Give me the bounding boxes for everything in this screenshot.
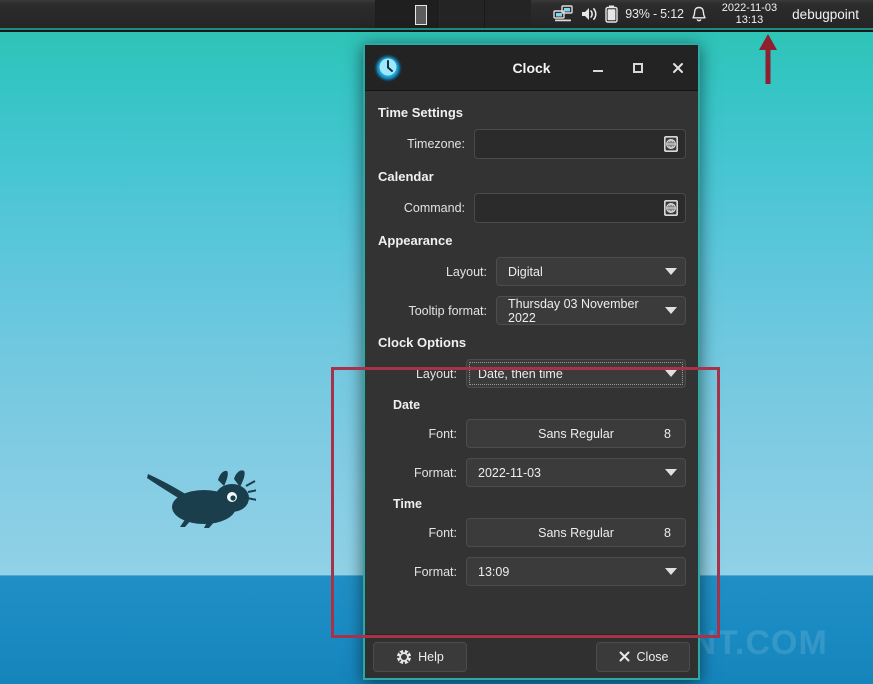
clock-layout-label: Layout: — [377, 367, 466, 381]
command-picker-icon[interactable] — [661, 198, 681, 218]
watermark-suffix: .COM — [735, 624, 828, 662]
tooltip-format-dropdown[interactable]: Thursday 03 November 2022 — [496, 296, 686, 325]
time-format-label: Format: — [377, 565, 466, 579]
row-time-format: Format: 13:09 — [377, 557, 686, 586]
chevron-down-icon — [665, 307, 677, 314]
timezone-input[interactable] — [474, 129, 686, 159]
clock-icon — [373, 53, 403, 83]
section-heading-calendar: Calendar — [378, 169, 686, 184]
tooltip-format-value: Thursday 03 November 2022 — [508, 297, 658, 325]
window-controls — [578, 45, 698, 90]
top-panel: 93% - 5:12 2022-11-03 13:13 debugpoint — [0, 0, 873, 30]
date-font-size: 8 — [664, 427, 671, 441]
time-font-label: Font: — [377, 526, 466, 540]
panel-clock-date: 2022-11-03 — [722, 2, 777, 14]
help-lifebuoy-icon — [396, 649, 412, 665]
date-font-label: Font: — [377, 427, 466, 441]
workspace-button-3[interactable] — [437, 0, 484, 28]
section-heading-time-settings: Time Settings — [378, 105, 686, 120]
help-button[interactable]: Help — [373, 642, 467, 672]
minimize-button[interactable] — [578, 45, 618, 90]
row-date-format: Format: 2022-11-03 — [377, 458, 686, 487]
time-font-button[interactable]: Sans Regular 8 — [466, 518, 686, 547]
subheading-time: Time — [393, 497, 686, 511]
time-font-size: 8 — [664, 526, 671, 540]
time-font-value: Sans Regular — [538, 526, 614, 540]
window-titlebar[interactable]: Clock — [365, 45, 698, 91]
close-button[interactable] — [658, 45, 698, 90]
battery-icon[interactable] — [605, 5, 618, 23]
dialog-action-area: Help Close — [365, 634, 698, 678]
row-clock-layout: Layout: Date, then time — [377, 359, 686, 388]
close-x-icon — [618, 650, 631, 663]
chevron-down-icon — [665, 568, 677, 575]
panel-clock[interactable]: 2022-11-03 13:13 — [714, 2, 785, 26]
battery-status-text: 93% - 5:12 — [625, 7, 683, 21]
system-tray: 93% - 5:12 2022-11-03 13:13 debugpoint — [553, 2, 873, 26]
workspace-button-2-active[interactable] — [406, 0, 437, 28]
time-format-value: 13:09 — [478, 565, 509, 579]
workspace-button-1[interactable] — [375, 0, 406, 28]
timezone-label: Timezone: — [377, 137, 474, 151]
row-command: Command: — [377, 193, 686, 223]
row-time-font: Font: Sans Regular 8 — [377, 518, 686, 547]
row-tooltip-format: Tooltip format: Thursday 03 November 202… — [377, 296, 686, 325]
chevron-down-icon — [665, 370, 677, 377]
help-button-label: Help — [418, 650, 444, 664]
dialog-content: Time Settings Timezone: Calendar Command… — [365, 91, 698, 634]
date-font-value: Sans Regular — [538, 427, 614, 441]
date-font-button[interactable]: Sans Regular 8 — [466, 419, 686, 448]
red-up-arrow-annotation — [755, 30, 781, 86]
timezone-picker-icon[interactable] — [661, 134, 681, 154]
section-heading-clock-options: Clock Options — [378, 335, 686, 350]
appearance-layout-dropdown[interactable]: Digital — [496, 257, 686, 286]
maximize-button[interactable] — [618, 45, 658, 90]
bell-icon[interactable] — [691, 6, 707, 23]
chevron-down-icon — [665, 268, 677, 275]
date-format-value: 2022-11-03 — [478, 466, 541, 480]
row-appearance-layout: Layout: Digital — [377, 257, 686, 286]
command-label: Command: — [377, 201, 474, 215]
panel-left-area — [0, 0, 375, 28]
clock-settings-window: Clock Time Settings Timezone: — [363, 43, 700, 680]
volume-speaker-icon[interactable] — [580, 6, 598, 22]
subheading-date: Date — [393, 398, 686, 412]
section-heading-appearance: Appearance — [378, 233, 686, 248]
panel-clock-time: 13:13 — [722, 14, 777, 26]
network-workstation-icon[interactable] — [553, 5, 573, 23]
appearance-layout-value: Digital — [508, 265, 543, 279]
username-label[interactable]: debugpoint — [792, 7, 869, 22]
row-timezone: Timezone: — [377, 129, 686, 159]
command-input[interactable] — [474, 193, 686, 223]
clock-layout-value: Date, then time — [478, 367, 563, 381]
date-format-label: Format: — [377, 466, 466, 480]
chevron-down-icon — [665, 469, 677, 476]
xfce-mouse-logo-icon — [146, 466, 256, 528]
workspace-switcher[interactable] — [375, 0, 531, 28]
date-format-dropdown[interactable]: 2022-11-03 — [466, 458, 686, 487]
row-date-font: Font: Sans Regular 8 — [377, 419, 686, 448]
close-button-label: Close — [637, 650, 669, 664]
workspace-button-4[interactable] — [484, 0, 531, 28]
appearance-layout-label: Layout: — [377, 265, 496, 279]
close-dialog-button[interactable]: Close — [596, 642, 690, 672]
clock-layout-dropdown[interactable]: Date, then time — [466, 359, 686, 388]
time-format-dropdown[interactable]: 13:09 — [466, 557, 686, 586]
tooltip-format-label: Tooltip format: — [377, 304, 496, 318]
